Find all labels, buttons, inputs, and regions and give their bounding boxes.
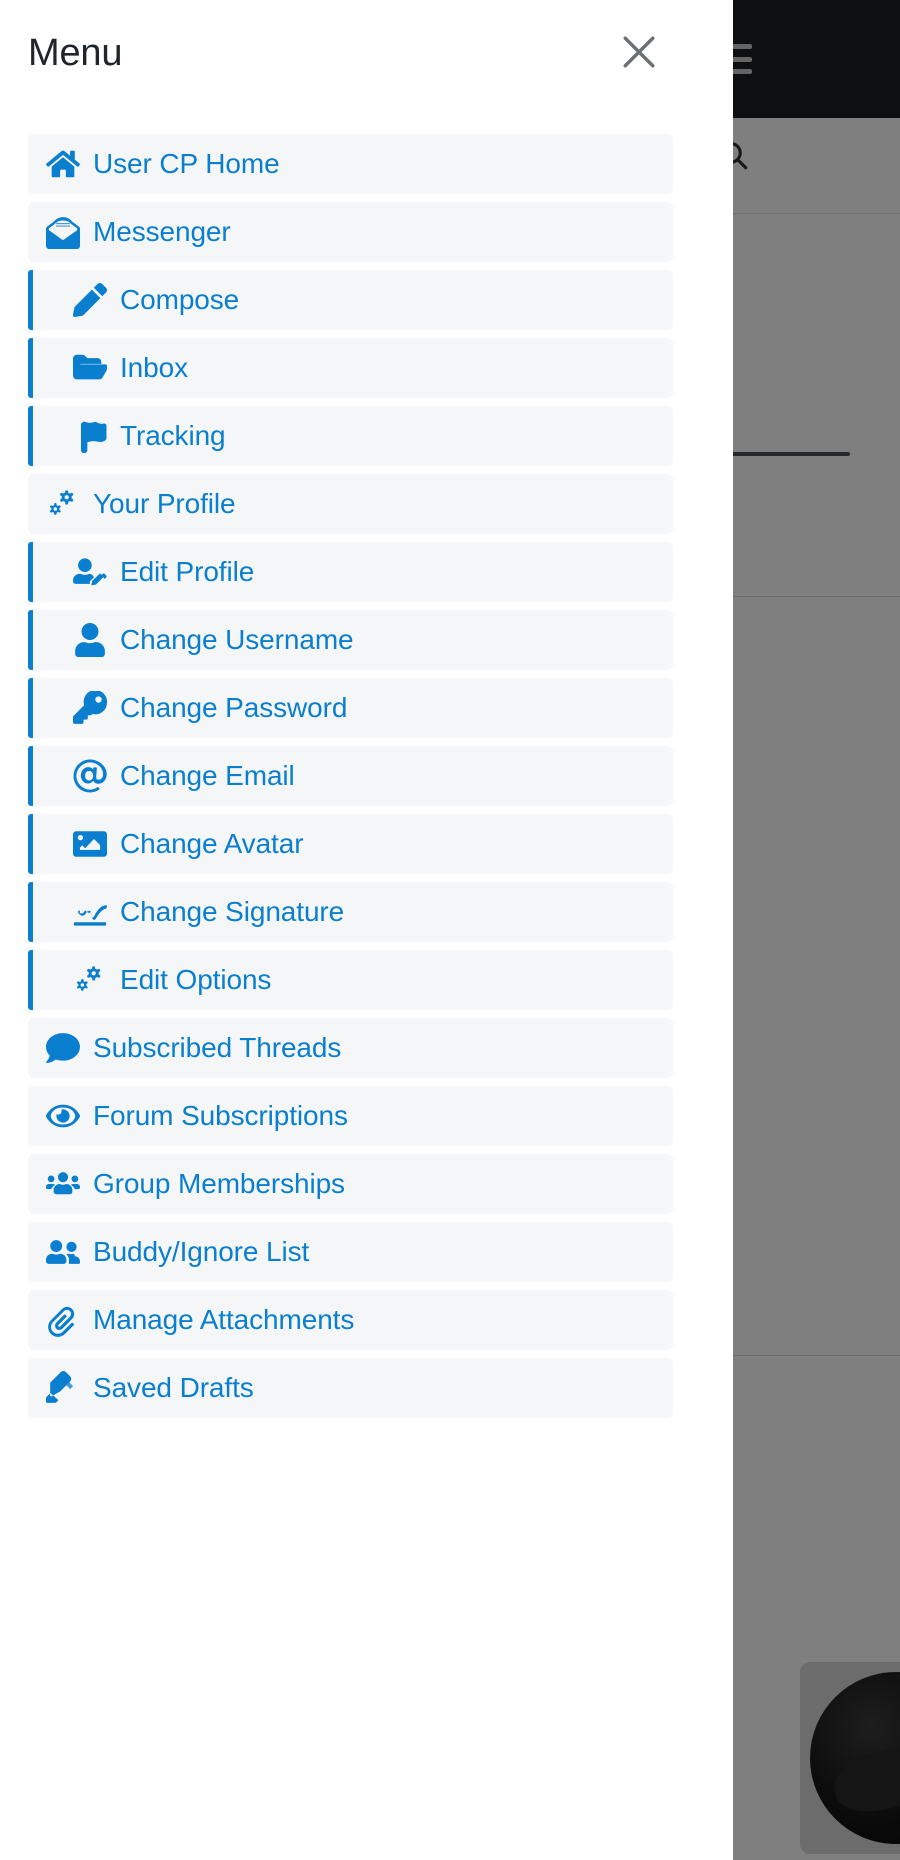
menu-item-label: Change Username bbox=[120, 624, 354, 655]
menu-item-label: Change Signature bbox=[120, 896, 345, 927]
menu-item-label: Compose bbox=[120, 284, 240, 315]
menu-item-label: Change Email bbox=[120, 760, 295, 791]
menu-item-messenger[interactable]: Messenger bbox=[28, 202, 673, 262]
menu-item-label: Messenger bbox=[93, 216, 231, 247]
menu-item-tracking[interactable]: Tracking bbox=[28, 406, 673, 466]
menu-item-subscribed-threads[interactable]: Subscribed Threads bbox=[28, 1018, 673, 1078]
page-title: Menu bbox=[28, 32, 123, 74]
menu-item-inbox[interactable]: Inbox bbox=[28, 338, 673, 398]
menu-item-label: User CP Home bbox=[93, 148, 280, 179]
screen: ds Menu User CP HomeMessengerComposeInbo… bbox=[0, 0, 900, 1860]
at-icon bbox=[73, 759, 107, 793]
menu-item-label: Manage Attachments bbox=[93, 1304, 355, 1335]
cogs-icon bbox=[46, 487, 80, 521]
close-icon[interactable] bbox=[617, 30, 661, 74]
menu-item-change-username[interactable]: Change Username bbox=[28, 610, 673, 670]
flag-icon bbox=[73, 419, 107, 453]
pen-icon bbox=[73, 283, 107, 317]
menu-item-change-email[interactable]: Change Email bbox=[28, 746, 673, 806]
menu-item-label: Change Password bbox=[120, 692, 348, 723]
menu-item-label: Forum Subscriptions bbox=[93, 1100, 348, 1131]
users-group-icon bbox=[46, 1167, 80, 1201]
menu-item-label: Saved Drafts bbox=[93, 1372, 254, 1403]
user-friends-icon bbox=[46, 1235, 80, 1269]
menu-item-edit-options[interactable]: Edit Options bbox=[28, 950, 673, 1010]
slide-out-menu-panel: Menu User CP Home Messenger Compose Inbox Tr… bbox=[0, 0, 733, 1860]
menu-item-edit-profile[interactable]: Edit Profile bbox=[28, 542, 673, 602]
signature-icon bbox=[73, 895, 107, 929]
menu-item-label: Change Avatar bbox=[120, 828, 304, 859]
cogs-icon bbox=[73, 963, 107, 997]
comment-icon bbox=[46, 1031, 80, 1065]
image-icon bbox=[73, 827, 107, 861]
key-icon bbox=[73, 691, 107, 725]
paperclip-icon bbox=[46, 1303, 80, 1337]
menu-item-label: Your Profile bbox=[93, 488, 236, 519]
menu-item-manage-attachments[interactable]: Manage Attachments bbox=[28, 1290, 673, 1350]
pen-fancy-icon bbox=[46, 1371, 80, 1405]
menu-item-change-avatar[interactable]: Change Avatar bbox=[28, 814, 673, 874]
menu-item-label: Group Memberships bbox=[93, 1168, 345, 1199]
menu-item-label: Subscribed Threads bbox=[93, 1032, 342, 1063]
menu-item-user-cp-home[interactable]: User CP Home bbox=[28, 134, 673, 194]
eye-icon bbox=[46, 1099, 80, 1133]
menu-item-label: Edit Profile bbox=[120, 556, 255, 587]
menu-header: Menu bbox=[0, 0, 733, 118]
menu-item-change-password[interactable]: Change Password bbox=[28, 678, 673, 738]
menu-item-label: Buddy/Ignore List bbox=[93, 1236, 310, 1267]
user-icon bbox=[73, 623, 107, 657]
menu-item-your-profile[interactable]: Your Profile bbox=[28, 474, 673, 534]
home-icon bbox=[46, 147, 80, 181]
menu-item-forum-subscriptions[interactable]: Forum Subscriptions bbox=[28, 1086, 673, 1146]
folder-open-icon bbox=[73, 351, 107, 385]
menu-item-saved-drafts[interactable]: Saved Drafts bbox=[28, 1358, 673, 1418]
menu-item-change-signature[interactable]: Change Signature bbox=[28, 882, 673, 942]
user-edit-icon bbox=[73, 555, 107, 589]
menu-item-compose[interactable]: Compose bbox=[28, 270, 673, 330]
menu-item-buddy-ignore-list[interactable]: Buddy/Ignore List bbox=[28, 1222, 673, 1282]
menu-item-label: Inbox bbox=[120, 352, 188, 383]
menu-item-label: Tracking bbox=[120, 420, 226, 451]
menu-item-group-memberships[interactable]: Group Memberships bbox=[28, 1154, 673, 1214]
menu-item-label: Edit Options bbox=[120, 964, 272, 995]
envelope-open-icon bbox=[46, 215, 80, 249]
menu-item-list: User CP Home Messenger Compose Inbox Trackin… bbox=[0, 134, 733, 1426]
